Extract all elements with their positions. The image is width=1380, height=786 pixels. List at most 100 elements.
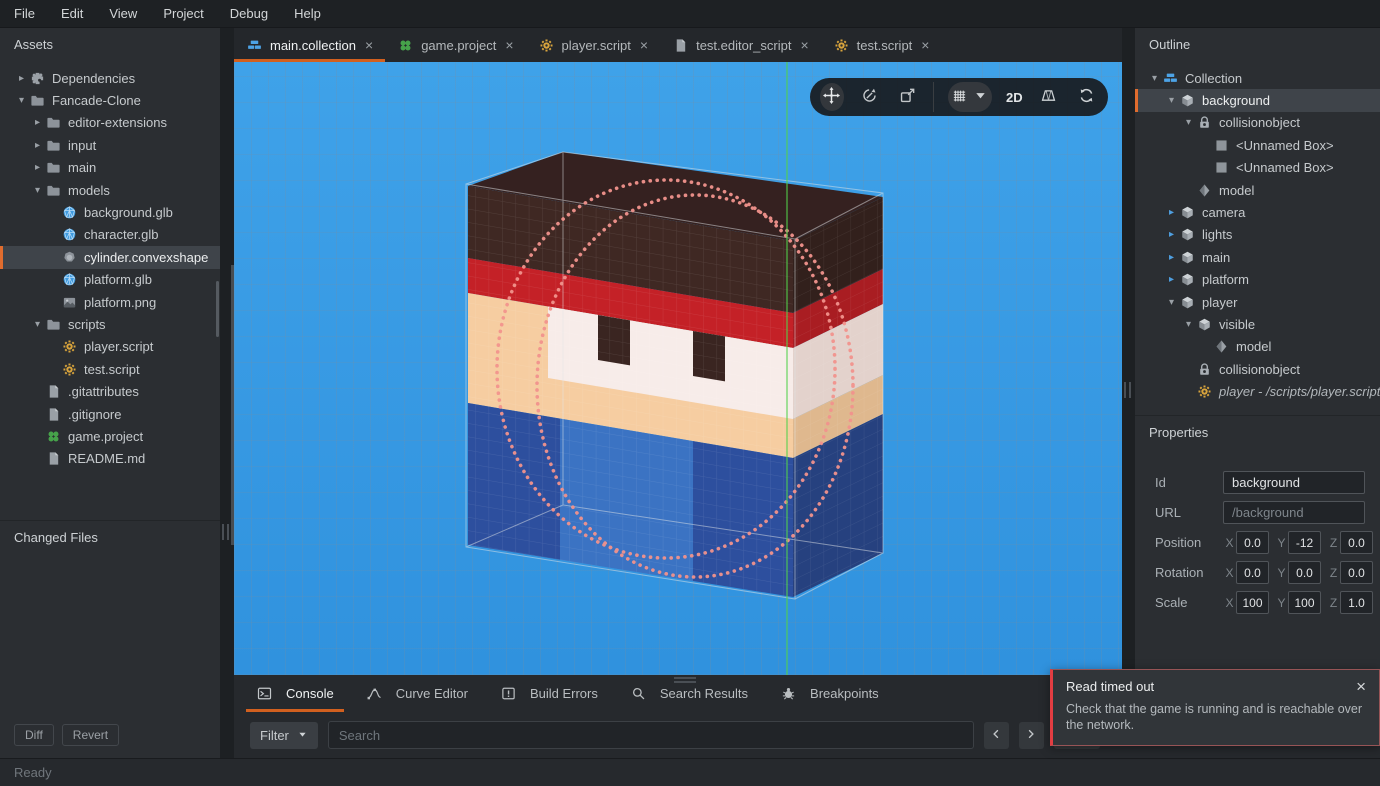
scale-y-field[interactable]: 100 <box>1288 591 1321 614</box>
asset-game.project[interactable]: game.project <box>0 425 220 447</box>
search-input[interactable] <box>328 721 974 749</box>
outline-player-scripts-player.script[interactable]: player - /scripts/player.script <box>1135 380 1380 402</box>
expand-arrow[interactable]: ▾ <box>30 185 45 196</box>
menu-file[interactable]: File <box>14 6 35 21</box>
rotation-z-field[interactable]: 0.0 <box>1340 561 1373 584</box>
expand-arrow[interactable]: ▾ <box>14 95 29 106</box>
expand-arrow[interactable]: ▸ <box>30 117 45 128</box>
console-tab-curve-editor[interactable]: Curve Editor <box>354 675 480 712</box>
asset-player.script[interactable]: player.script <box>0 336 220 358</box>
scale-x-field[interactable]: 100 <box>1236 591 1269 614</box>
expand-arrow[interactable]: ▸ <box>14 73 29 84</box>
tab-player.script[interactable]: player.script × <box>526 28 661 62</box>
asset-platform.png[interactable]: platform.png <box>0 291 220 313</box>
expand-arrow[interactable]: ▾ <box>1181 319 1196 330</box>
asset-test.script[interactable]: test.script <box>0 358 220 380</box>
asset-models[interactable]: ▾ models <box>0 179 220 201</box>
console-tab-breakpoints[interactable]: Breakpoints <box>768 675 891 712</box>
outline-collisionobject[interactable]: collisionobject <box>1135 358 1380 380</box>
close-tab-icon[interactable]: × <box>800 37 808 53</box>
menu-edit[interactable]: Edit <box>61 6 83 21</box>
tab-game.project[interactable]: game.project × <box>385 28 525 62</box>
position-y-field[interactable]: -12 <box>1288 531 1321 554</box>
outline-unnamed-box[interactable]: <Unnamed Box> <box>1135 157 1380 179</box>
file-icon <box>45 406 62 422</box>
expand-arrow[interactable]: ▸ <box>30 162 45 173</box>
perspective-camera-button[interactable] <box>1037 83 1061 111</box>
grid-options-button[interactable] <box>948 82 992 112</box>
expand-arrow[interactable]: ▾ <box>30 319 45 330</box>
outline-collection[interactable]: ▾ Collection <box>1135 67 1380 89</box>
diff-button[interactable]: Diff <box>14 724 54 746</box>
asset-cylinder.convexshape[interactable]: cylinder.convexshape <box>0 246 220 268</box>
console-tab-search-results[interactable]: Search Results <box>618 675 760 712</box>
expand-arrow[interactable]: ▾ <box>1181 117 1196 128</box>
menu-debug[interactable]: Debug <box>230 6 268 21</box>
expand-arrow[interactable]: ▸ <box>1164 252 1179 263</box>
revert-button[interactable]: Revert <box>62 724 119 746</box>
asset-input[interactable]: ▸ input <box>0 134 220 156</box>
outline-model[interactable]: model <box>1135 336 1380 358</box>
outline-main[interactable]: ▸ main <box>1135 246 1380 268</box>
url-field[interactable]: /background <box>1223 501 1365 524</box>
scale-z-field[interactable]: 1.0 <box>1340 591 1373 614</box>
outline-platform[interactable]: ▸ platform <box>1135 269 1380 291</box>
asset-.gitignore[interactable]: .gitignore <box>0 403 220 425</box>
outline-camera[interactable]: ▸ camera <box>1135 201 1380 223</box>
asset-platform.glb[interactable]: platform.glb <box>0 269 220 291</box>
outline-collisionobject[interactable]: ▾ collisionobject <box>1135 112 1380 134</box>
id-field[interactable]: background <box>1223 471 1365 494</box>
filter-dropdown[interactable]: Filter <box>250 722 318 749</box>
asset-readme.md[interactable]: README.md <box>0 448 220 470</box>
tab-main.collection[interactable]: main.collection × <box>234 28 385 62</box>
close-icon[interactable]: × <box>1356 680 1366 694</box>
asset-dependencies[interactable]: ▸ Dependencies <box>0 67 220 89</box>
asset-fancade-clone[interactable]: ▾ Fancade-Clone <box>0 89 220 111</box>
expand-arrow[interactable]: ▸ <box>30 140 45 151</box>
rotation-y-field[interactable]: 0.0 <box>1288 561 1321 584</box>
move-tool-button[interactable] <box>820 83 844 111</box>
close-tab-icon[interactable]: × <box>921 37 929 53</box>
realign-camera-button[interactable] <box>1074 83 1098 111</box>
expand-arrow[interactable]: ▸ <box>1164 274 1179 285</box>
outline-model[interactable]: model <box>1135 179 1380 201</box>
outline-player[interactable]: ▾ player <box>1135 291 1380 313</box>
asset-background.glb[interactable]: background.glb <box>0 201 220 223</box>
outline-unnamed-box[interactable]: <Unnamed Box> <box>1135 134 1380 156</box>
scene-viewport[interactable]: 2D <box>234 62 1122 675</box>
expand-arrow[interactable]: ▾ <box>1164 297 1179 308</box>
asset-scripts[interactable]: ▾ scripts <box>0 313 220 335</box>
expand-arrow[interactable]: ▾ <box>1164 95 1179 106</box>
close-tab-icon[interactable]: × <box>640 37 648 53</box>
prev-result-button[interactable] <box>984 722 1009 749</box>
rotate-tool-button[interactable] <box>858 83 882 111</box>
right-splitter-handle[interactable] <box>1124 382 1131 398</box>
close-tab-icon[interactable]: × <box>365 37 373 53</box>
menu-project[interactable]: Project <box>163 6 203 21</box>
expand-arrow[interactable]: ▸ <box>1164 229 1179 240</box>
console-tab-build-errors[interactable]: Build Errors <box>488 675 610 712</box>
left-splitter-handle[interactable] <box>222 524 229 540</box>
outline-background[interactable]: ▾ background <box>1135 89 1380 111</box>
asset-editor-extensions[interactable]: ▸ editor-extensions <box>0 112 220 134</box>
asset-.gitattributes[interactable]: .gitattributes <box>0 380 220 402</box>
expand-arrow[interactable]: ▾ <box>1147 73 1162 84</box>
outline-lights[interactable]: ▸ lights <box>1135 224 1380 246</box>
tab-test.editor_script[interactable]: test.editor_script × <box>660 28 821 62</box>
close-tab-icon[interactable]: × <box>505 37 513 53</box>
rotation-x-field[interactable]: 0.0 <box>1236 561 1269 584</box>
asset-character.glb[interactable]: character.glb <box>0 224 220 246</box>
menu-help[interactable]: Help <box>294 6 321 21</box>
tab-test.script[interactable]: test.script × <box>821 28 942 62</box>
expand-arrow[interactable]: ▸ <box>1164 207 1179 218</box>
menu-view[interactable]: View <box>109 6 137 21</box>
asset-main[interactable]: ▸ main <box>0 157 220 179</box>
console-tab-console[interactable]: Console <box>244 675 346 712</box>
next-result-button[interactable] <box>1019 722 1044 749</box>
assets-scrollbar[interactable] <box>216 281 219 337</box>
scale-tool-button[interactable] <box>895 83 919 111</box>
outline-visible[interactable]: ▾ visible <box>1135 313 1380 335</box>
2d-mode-button[interactable]: 2D <box>1006 90 1023 105</box>
position-x-field[interactable]: 0.0 <box>1236 531 1269 554</box>
position-z-field[interactable]: 0.0 <box>1340 531 1373 554</box>
